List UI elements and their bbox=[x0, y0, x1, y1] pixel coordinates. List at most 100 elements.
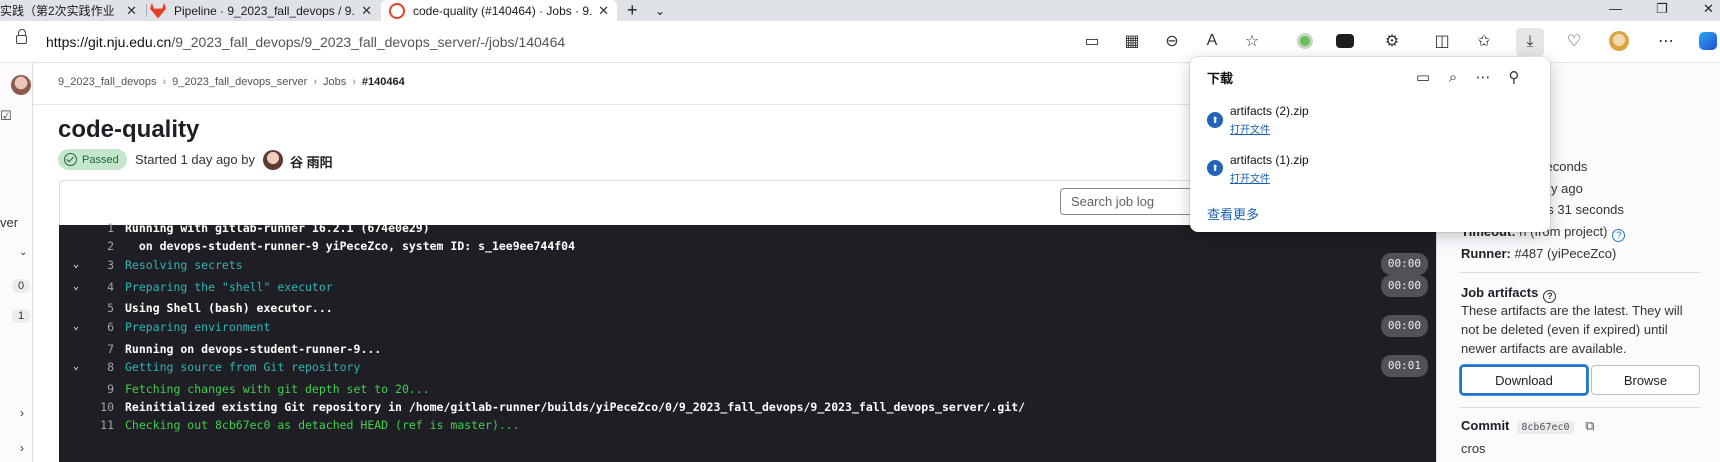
tab-close-icon[interactable]: ✕ bbox=[361, 3, 372, 19]
chevron-down-icon[interactable]: ⌄ bbox=[19, 247, 27, 258]
search-job-log-input[interactable]: Search job log bbox=[1060, 188, 1200, 215]
close-window-icon[interactable]: ✕ bbox=[1703, 1, 1714, 17]
log-section-header[interactable]: ⌄ 3 Resolving secrets 00:00 bbox=[59, 253, 1436, 275]
log-text: Preparing environment bbox=[125, 320, 271, 334]
job-artifacts-title: Job artifacts? bbox=[1461, 285, 1557, 303]
log-line: 11 Checking out 8cb67ec0 as detached HEAD… bbox=[59, 416, 1436, 434]
browser-essentials-icon[interactable]: ♡ bbox=[1563, 30, 1585, 52]
log-text: Checking out 8cb67ec0 as detached HEAD (… bbox=[125, 418, 520, 432]
log-section-header[interactable]: ⌄ 8 Getting source from Git repository 00:0… bbox=[59, 355, 1436, 377]
tab-close-icon[interactable]: ✕ bbox=[598, 3, 609, 19]
line-number[interactable]: 6 bbox=[59, 318, 114, 336]
breadcrumb-current[interactable]: #140464 bbox=[362, 76, 405, 88]
chevron-right-icon[interactable]: › bbox=[20, 406, 24, 420]
more-options-icon[interactable]: ⋯ bbox=[1472, 66, 1494, 88]
line-number[interactable]: 7 bbox=[59, 340, 114, 358]
browse-button[interactable]: Browse bbox=[1591, 365, 1700, 395]
tab-list-button[interactable]: ⌄ bbox=[655, 0, 669, 21]
browser-tab[interactable]: 实践（第2次实践作业 ✕ bbox=[0, 0, 145, 21]
help-icon[interactable]: ? bbox=[1543, 290, 1557, 303]
lock-icon[interactable] bbox=[16, 29, 27, 44]
browser-tab[interactable]: Pipeline · 9_2023_fall_devops / 9. ✕ bbox=[150, 0, 380, 21]
line-number[interactable]: 3 bbox=[59, 256, 114, 274]
artifacts-description: not be deleted (even if expired) until bbox=[1461, 322, 1668, 337]
qr-code-icon[interactable]: ▦ bbox=[1121, 30, 1143, 52]
line-number[interactable]: 5 bbox=[59, 299, 114, 317]
count-badge: 0 bbox=[12, 279, 30, 293]
help-icon[interactable]: ? bbox=[1612, 229, 1626, 242]
breadcrumb-item[interactable]: 9_2023_fall_devops_server bbox=[172, 76, 307, 88]
open-folder-icon[interactable]: ▭ bbox=[1412, 66, 1434, 88]
tab-separator bbox=[146, 4, 147, 17]
finished-value: y ago bbox=[1551, 181, 1583, 196]
tab-close-icon[interactable]: ✕ bbox=[126, 3, 137, 19]
line-number[interactable]: 8 bbox=[59, 358, 114, 376]
app-available-icon[interactable]: ▭ bbox=[1081, 30, 1103, 52]
line-number[interactable]: 11 bbox=[59, 416, 114, 434]
breadcrumb-separator: › bbox=[162, 76, 167, 88]
status-label: Passed bbox=[82, 153, 119, 166]
download-button[interactable]: Download bbox=[1460, 365, 1588, 395]
commit-sha[interactable]: 8cb67ec0 bbox=[1517, 421, 1574, 434]
favorites-icon[interactable]: ✩ bbox=[1473, 30, 1495, 52]
runner-label: Runner: bbox=[1461, 246, 1511, 261]
log-section-header[interactable]: ⌄ 4 Preparing the "shell" executor 00:00 bbox=[59, 275, 1436, 297]
breadcrumb-item[interactable]: 9_2023_fall_devops bbox=[58, 76, 156, 88]
log-text: Running on devops-student-runner-9... bbox=[125, 342, 382, 356]
check-circle-icon bbox=[64, 153, 77, 166]
copilot-icon[interactable] bbox=[1697, 30, 1719, 52]
breadcrumb-separator: › bbox=[352, 76, 356, 88]
section-duration-badge: 00:00 bbox=[1380, 315, 1428, 337]
copy-icon[interactable]: ⧉ bbox=[1585, 418, 1594, 433]
log-text: Resolving secrets bbox=[125, 258, 243, 272]
download-item-name[interactable]: artifacts (1).zip bbox=[1230, 153, 1309, 167]
line-number[interactable]: 9 bbox=[59, 380, 114, 398]
extensions-icon[interactable]: ⚙ bbox=[1381, 30, 1403, 52]
author-avatar[interactable] bbox=[263, 150, 283, 170]
extension-green-icon[interactable] bbox=[1294, 30, 1316, 52]
section-duration-badge: 00:00 bbox=[1380, 275, 1428, 297]
see-more-link[interactable]: 查看更多 bbox=[1207, 204, 1259, 223]
download-item-name[interactable]: artifacts (2).zip bbox=[1230, 104, 1309, 118]
new-tab-button[interactable]: + bbox=[627, 0, 647, 21]
gitlab-logo-icon bbox=[150, 2, 166, 19]
open-file-link[interactable]: 打开文件 bbox=[1230, 170, 1270, 185]
zip-file-icon: ⬆ bbox=[1207, 160, 1223, 176]
profile-icon[interactable] bbox=[1608, 30, 1630, 52]
browser-tab-active[interactable]: code-quality (#140464) · Jobs · 9. ✕ bbox=[381, 0, 617, 21]
log-section-header[interactable]: ⌄ 6 Preparing environment 00:00 bbox=[59, 315, 1436, 337]
url-path: /9_2023_fall_devops/9_2023_fall_devops_s… bbox=[171, 34, 566, 50]
more-icon[interactable]: ⋯ bbox=[1655, 30, 1677, 52]
read-aloud-icon[interactable]: A bbox=[1201, 30, 1223, 52]
status-badge[interactable]: Passed bbox=[58, 149, 127, 170]
line-number[interactable]: 10 bbox=[59, 398, 114, 416]
author-name[interactable]: 谷 雨阳 bbox=[290, 152, 333, 171]
extension-mask-icon[interactable] bbox=[1334, 30, 1356, 52]
gitlab-status-icon bbox=[389, 2, 405, 19]
chevron-right-icon[interactable]: › bbox=[20, 441, 24, 455]
artifacts-description: newer artifacts are available. bbox=[1461, 341, 1627, 356]
minimize-icon[interactable]: — bbox=[1609, 1, 1622, 16]
favorite-star-icon[interactable]: ☆ bbox=[1241, 30, 1263, 52]
open-file-link[interactable]: 打开文件 bbox=[1230, 121, 1270, 136]
artifacts-description: These artifacts are the latest. They wil… bbox=[1461, 303, 1683, 318]
split-screen-icon[interactable]: ◫ bbox=[1431, 30, 1453, 52]
restore-icon[interactable]: ❐ bbox=[1656, 1, 1668, 17]
sidebar-item-icon[interactable]: ☑ bbox=[0, 108, 12, 124]
downloads-icon[interactable]: ⤓ bbox=[1516, 28, 1544, 56]
section-duration-badge: 00:00 bbox=[1380, 253, 1428, 275]
user-avatar[interactable] bbox=[11, 75, 31, 95]
pin-icon[interactable]: ⚲ bbox=[1503, 66, 1525, 88]
url-field[interactable]: https://git.nju.edu.cn/9_2023_fall_devop… bbox=[46, 34, 565, 50]
zip-file-icon: ⬆ bbox=[1207, 112, 1223, 128]
started-text: Started 1 day ago by bbox=[135, 152, 255, 167]
breadcrumb-item[interactable]: Jobs bbox=[323, 76, 346, 88]
line-number[interactable]: 4 bbox=[59, 278, 114, 296]
line-number[interactable]: 2 bbox=[59, 237, 114, 255]
job-log: 1 Running with gitlab-runner 16.2.1 (674e… bbox=[59, 221, 1436, 462]
runner-value[interactable]: #487 (yiPeceZco) bbox=[1514, 246, 1616, 261]
commit-row: Commit 8cb67ec0 ⧉ bbox=[1461, 418, 1594, 434]
line-number[interactable]: 1 bbox=[59, 219, 114, 237]
search-icon[interactable]: ⌕ bbox=[1442, 66, 1464, 88]
zoom-out-icon[interactable]: ⊖ bbox=[1161, 30, 1183, 52]
